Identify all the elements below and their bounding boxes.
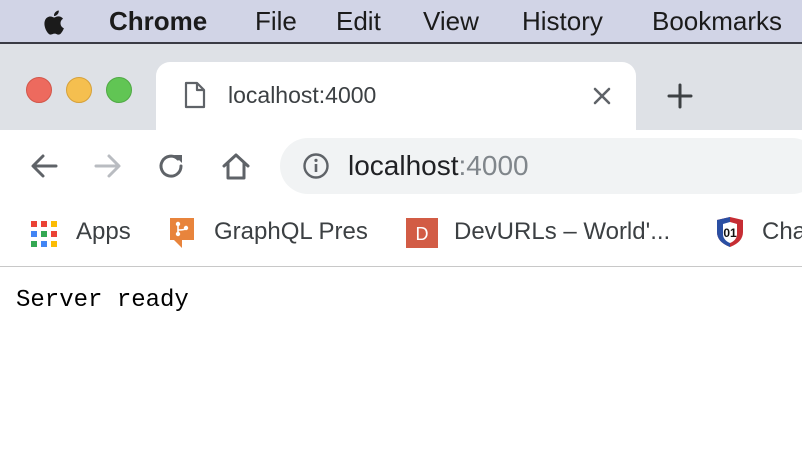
devurls-icon: D: [406, 218, 438, 248]
bookmark-label: GraphQL Pres: [214, 218, 368, 245]
address-bar[interactable]: localhost:4000: [280, 138, 802, 194]
reload-icon[interactable]: [156, 150, 188, 182]
git-icon: [170, 218, 194, 248]
menu-edit[interactable]: Edit: [336, 6, 381, 37]
menu-file[interactable]: File: [255, 6, 297, 37]
menu-view[interactable]: View: [423, 6, 479, 37]
bookmark-label: Cha: [762, 218, 802, 245]
tab-active[interactable]: localhost:4000: [156, 62, 636, 130]
url-host: localhost: [348, 150, 459, 181]
badge-icon: 01: [717, 217, 743, 247]
new-tab-plus-icon[interactable]: [666, 82, 694, 110]
page-icon: [184, 81, 206, 109]
bookmark-cha[interactable]: 01 Cha: [714, 216, 802, 250]
badge-icon-text: 01: [723, 226, 737, 240]
close-window-button[interactable]: [26, 77, 52, 103]
server-status-text: Server ready: [16, 287, 189, 314]
forward-arrow-icon[interactable]: [92, 150, 124, 182]
bookmark-devurls[interactable]: D DevURLs – World'...: [406, 216, 686, 250]
close-icon[interactable]: [592, 86, 612, 106]
home-icon[interactable]: [220, 150, 252, 182]
menu-history[interactable]: History: [522, 6, 603, 37]
zoom-window-button[interactable]: [106, 77, 132, 103]
bookmark-label: Apps: [76, 218, 131, 245]
apps-grid-icon: [31, 221, 57, 247]
page-content: Server ready: [0, 267, 802, 458]
back-arrow-icon[interactable]: [28, 150, 60, 182]
url-port: :4000: [458, 150, 529, 181]
bookmark-graphql[interactable]: GraphQL Pres: [168, 216, 378, 250]
menu-bar: Chrome File Edit View History Bookmarks: [0, 0, 802, 44]
url-text[interactable]: localhost:4000: [348, 150, 529, 182]
devurls-icon-letter: D: [416, 224, 429, 244]
bookmarks-bar: Apps GraphQL Pres D DevURLs – World'... …: [0, 202, 802, 267]
bookmark-apps[interactable]: Apps: [30, 216, 140, 250]
bookmark-label: DevURLs – World'...: [454, 218, 671, 245]
apple-icon[interactable]: [40, 7, 70, 37]
menu-bookmarks[interactable]: Bookmarks: [652, 6, 782, 37]
tab-title: localhost:4000: [228, 82, 377, 108]
info-icon[interactable]: [302, 152, 330, 180]
menu-app-name[interactable]: Chrome: [109, 6, 207, 37]
minimize-window-button[interactable]: [66, 77, 92, 103]
